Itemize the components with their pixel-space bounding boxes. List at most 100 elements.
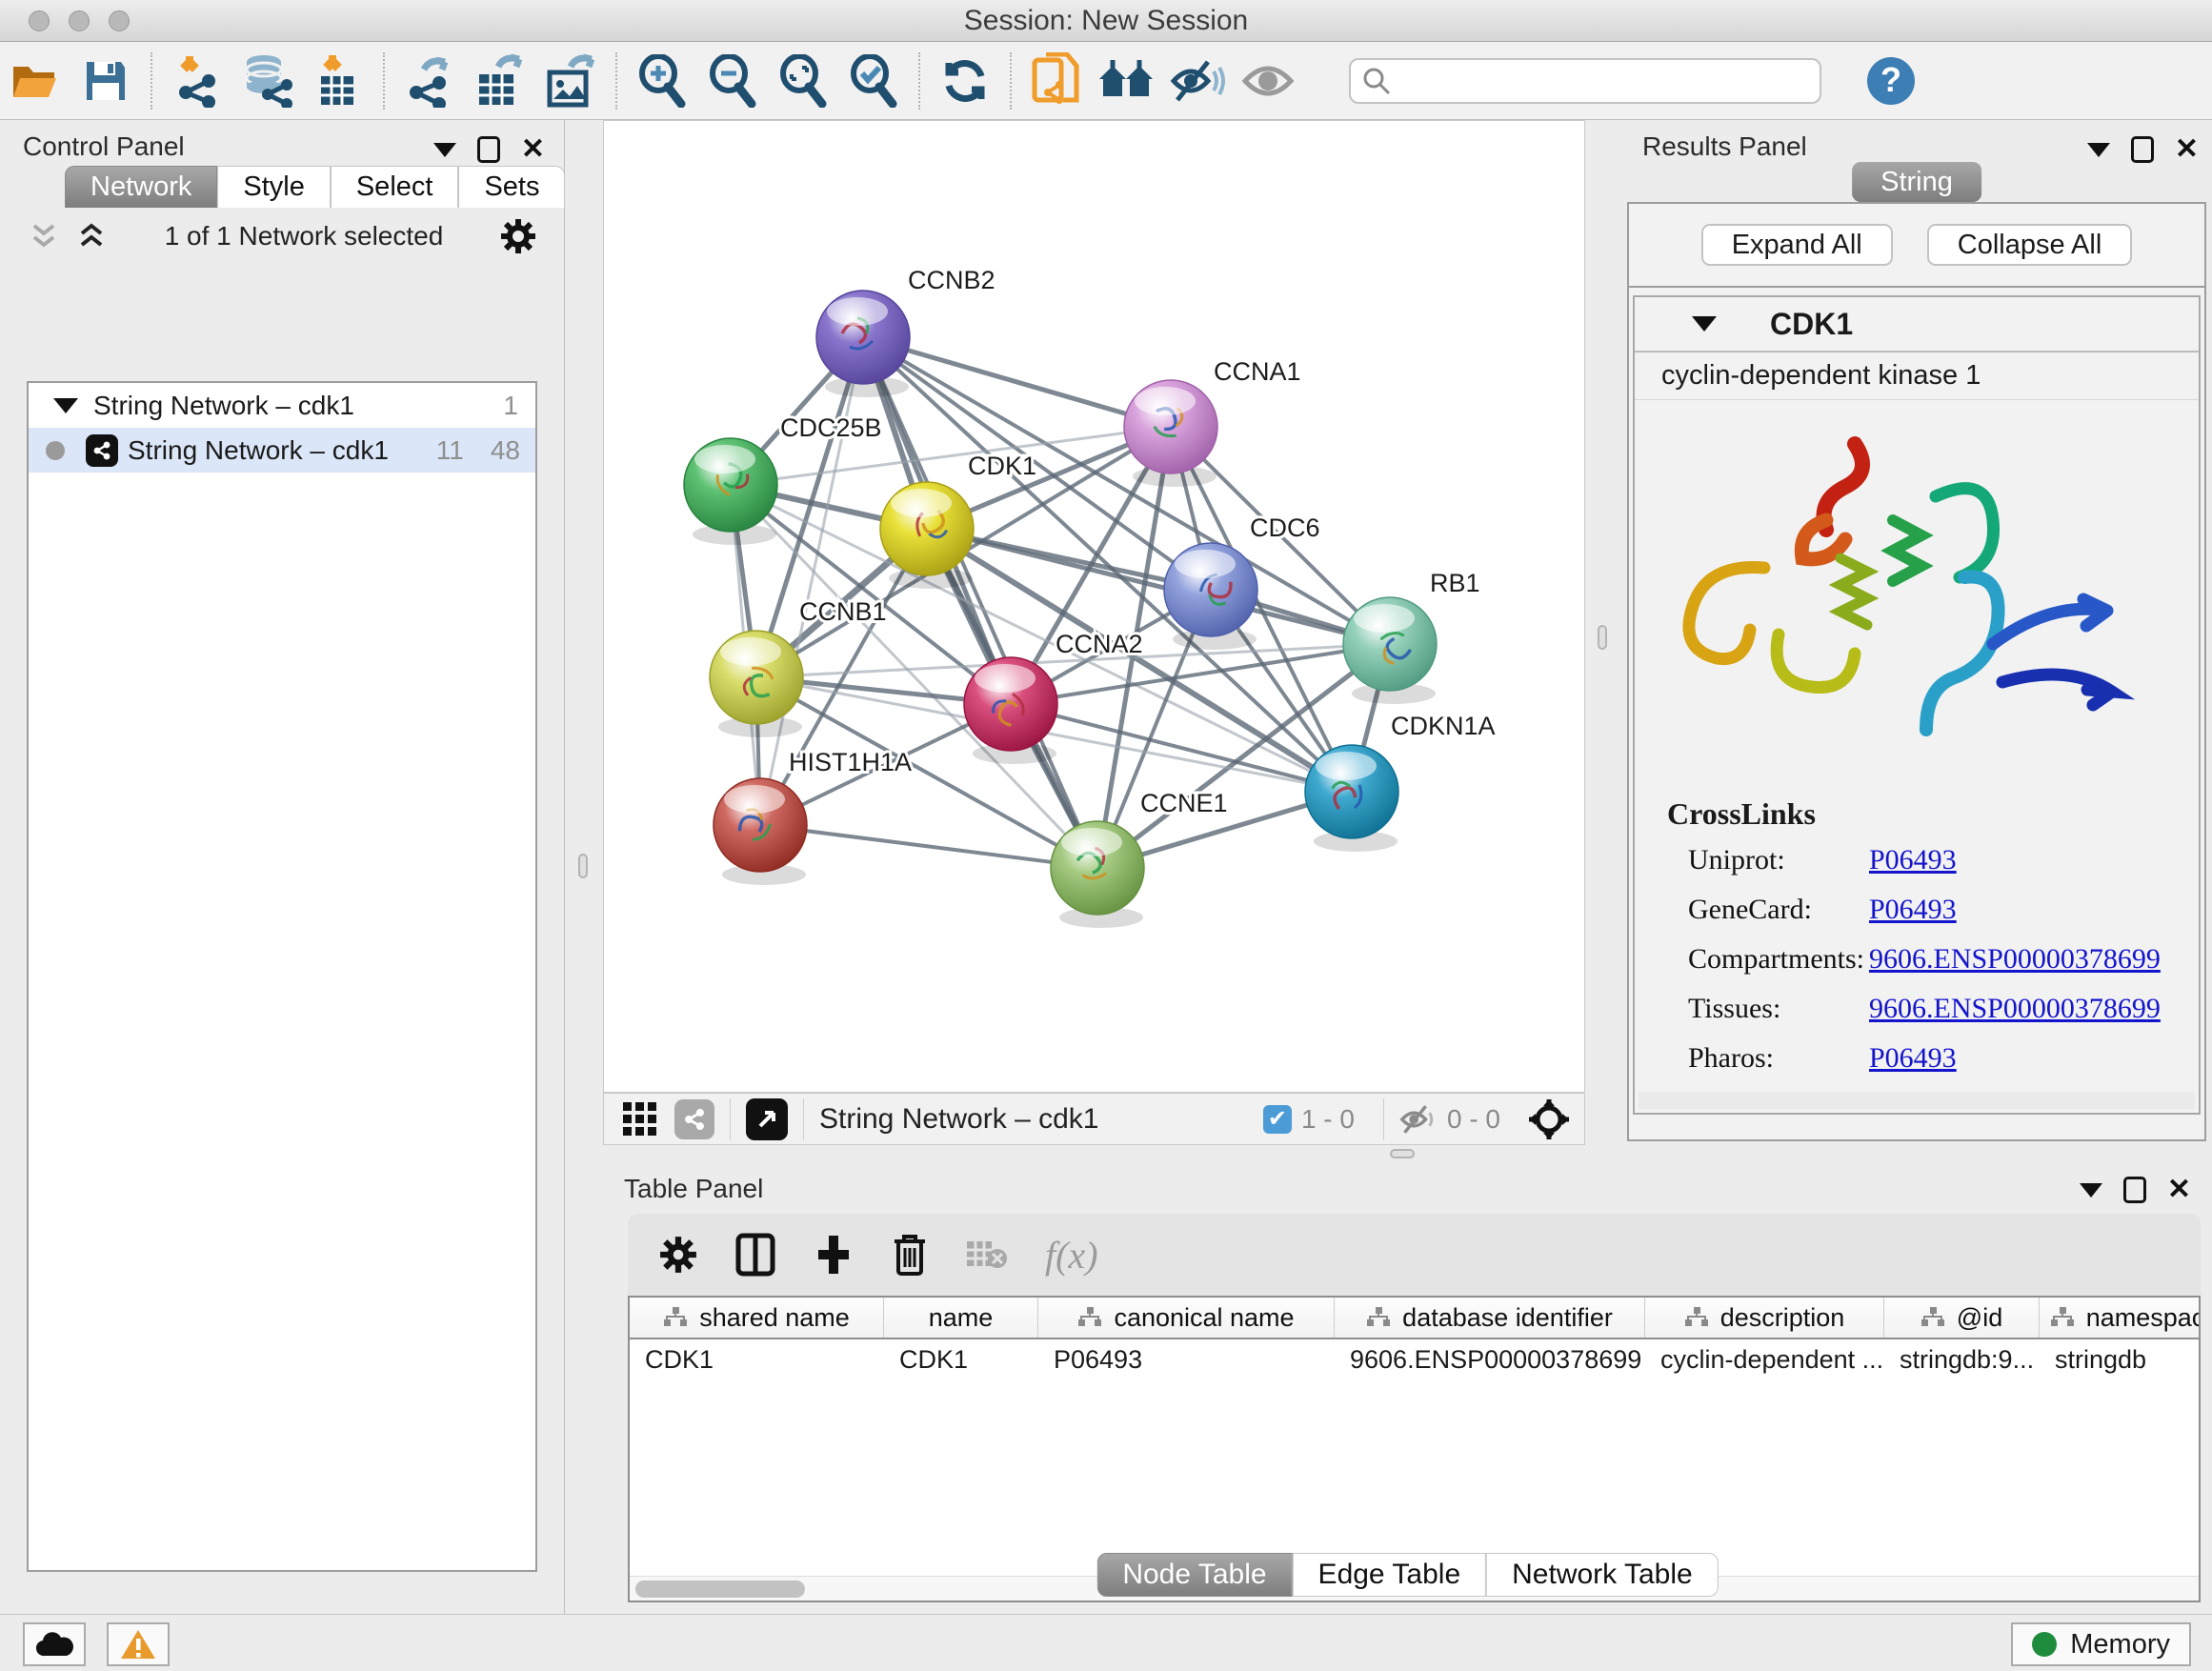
tab-sets[interactable]: Sets [458, 166, 565, 208]
tab-network-table[interactable]: Network Table [1486, 1553, 1719, 1597]
export-table-button[interactable] [465, 50, 535, 112]
table-row[interactable]: CDK1CDK1P064939606.ENSP00000378699cyclin… [630, 1339, 2199, 1381]
selected-checkbox-icon[interactable]: ✔ [1263, 1105, 1292, 1134]
column-header-canonical-name[interactable]: canonical name [1038, 1298, 1335, 1338]
splitter-grip[interactable] [578, 854, 588, 878]
table-cell[interactable]: 9606.ENSP00000378699 [1335, 1339, 1645, 1381]
zoom-out-button[interactable] [697, 50, 768, 112]
results-panel-menu-arrow[interactable] [2087, 143, 2110, 157]
import-network-from-database-button[interactable] [232, 50, 303, 112]
collapse-all-button[interactable]: Collapse All [1927, 224, 2133, 266]
node-CCNB1[interactable]: CCNB1 [710, 597, 887, 737]
expand-all-button[interactable]: Expand All [1701, 224, 1893, 266]
control-panel-close-button[interactable]: ✕ [521, 135, 545, 164]
network-collection-row[interactable]: String Network – cdk1 1 [29, 383, 535, 428]
hidden-eye-slash-icon[interactable] [1399, 1103, 1438, 1136]
crosslink-link[interactable]: P06493 [1869, 894, 1957, 926]
delete-table-icon[interactable] [965, 1238, 1009, 1272]
cloud-status-button[interactable] [23, 1622, 86, 1666]
results-panel-close-button[interactable]: ✕ [2175, 135, 2199, 164]
control-panel-menu-arrow[interactable] [433, 143, 456, 157]
gear-icon[interactable] [499, 217, 537, 255]
select-columns-icon[interactable] [734, 1232, 776, 1278]
tab-network[interactable]: Network [65, 166, 217, 208]
column-header-description[interactable]: description [1645, 1298, 1884, 1338]
results-panel-float-button[interactable] [2131, 136, 2154, 163]
collapse-all-chevrons-icon[interactable] [27, 220, 61, 252]
tab-edge-table[interactable]: Edge Table [1293, 1553, 1487, 1597]
tab-select[interactable]: Select [331, 166, 459, 208]
grid-view-icon[interactable] [619, 1098, 661, 1140]
tab-node-table[interactable]: Node Table [1096, 1553, 1292, 1597]
table-gear-icon[interactable] [658, 1235, 698, 1275]
table-cell[interactable]: CDK1 [884, 1339, 1038, 1381]
export-image-button[interactable] [535, 50, 606, 112]
open-session-button[interactable] [0, 50, 70, 112]
warnings-button[interactable] [107, 1622, 170, 1666]
delete-column-icon[interactable] [891, 1232, 929, 1278]
splitter-grip[interactable] [1598, 625, 1607, 650]
zoom-fit-button[interactable] [768, 50, 838, 112]
tab-string[interactable]: String [1852, 162, 1981, 202]
table-panel-close-button[interactable]: ✕ [2167, 1176, 2191, 1204]
crosslink-link[interactable]: 9606.ENSP00000378699 [1869, 993, 2161, 1025]
help-button[interactable]: ? [1856, 50, 1926, 112]
column-header--id[interactable]: @id [1884, 1298, 2040, 1338]
copy-network-button[interactable] [1021, 50, 1092, 112]
hide-results-button[interactable] [1162, 50, 1233, 112]
network-graph[interactable]: CCNB2 CCNA1 CDC25B CDK1 [604, 121, 1584, 1092]
search-input[interactable] [1391, 66, 1791, 95]
table-cell[interactable]: stringdb:9... [1884, 1339, 2040, 1381]
vertical-splitter-right[interactable] [1585, 120, 1621, 1151]
table-cell[interactable]: P06493 [1038, 1339, 1335, 1381]
table-cell[interactable]: stringdb [2040, 1339, 2201, 1381]
vertical-splitter-left[interactable] [565, 120, 603, 1151]
zoom-in-button[interactable] [627, 50, 697, 112]
table-cell[interactable]: cyclin-dependent ... [1645, 1339, 1884, 1381]
show-results-button[interactable] [1233, 50, 1303, 112]
tab-style[interactable]: Style [217, 166, 330, 208]
zoom-selected-button[interactable] [838, 50, 909, 112]
column-header-namespace[interactable]: namespace [2040, 1298, 2201, 1338]
edge-HIST1H1A-CCNE1[interactable] [760, 825, 1097, 868]
crosslink-link[interactable]: P06493 [1869, 844, 1957, 876]
column-header-database-identifier[interactable]: database identifier [1335, 1298, 1645, 1338]
table-panel-menu-arrow[interactable] [2080, 1183, 2102, 1198]
column-header-name[interactable]: name [884, 1298, 1038, 1338]
import-table-button[interactable] [303, 50, 373, 112]
network-share-badge-icon[interactable] [674, 1099, 714, 1139]
gene-expand-arrow[interactable] [1692, 316, 1717, 332]
window-close-dot[interactable] [29, 10, 50, 31]
string-home-button[interactable] [1092, 50, 1162, 112]
export-network-button[interactable] [394, 50, 465, 112]
function-builder-icon[interactable]: f(x) [1045, 1233, 1098, 1278]
node-RB1[interactable]: RB1 [1343, 569, 1480, 704]
window-zoom-dot[interactable] [109, 10, 130, 31]
node-CDKN1A[interactable]: CDKN1A [1305, 712, 1496, 852]
edge-CCNB2-CCNE1[interactable] [863, 337, 1097, 868]
refresh-button[interactable] [930, 50, 1000, 112]
memory-button[interactable]: Memory [2011, 1622, 2191, 1666]
results-scrollbar[interactable] [1639, 1092, 2195, 1109]
network-row[interactable]: String Network – cdk1 11 48 [29, 428, 535, 473]
window-minimize-dot[interactable] [69, 10, 90, 31]
collection-expand-arrow[interactable] [53, 398, 78, 413]
node-CDC6[interactable]: CDC6 [1164, 513, 1320, 650]
node-HIST1H1A[interactable]: HIST1H1A [714, 748, 912, 885]
table-panel-float-button[interactable] [2123, 1177, 2146, 1203]
gene-section-header[interactable]: CDK1 [1635, 297, 2199, 352]
table-cell[interactable]: CDK1 [630, 1339, 884, 1381]
scrollbar-thumb[interactable] [635, 1580, 805, 1598]
save-session-button[interactable] [70, 50, 141, 112]
column-header-shared-name[interactable]: shared name [630, 1298, 884, 1338]
network-canvas[interactable]: CCNB2 CCNA1 CDC25B CDK1 [603, 120, 1585, 1093]
crosshair-icon[interactable] [1527, 1097, 1571, 1141]
birds-eye-view-icon[interactable] [746, 1098, 788, 1140]
import-network-button[interactable] [162, 50, 232, 112]
control-panel-float-button[interactable] [477, 136, 500, 163]
crosslink-link[interactable]: P06493 [1869, 1042, 1957, 1075]
node-CCNE1[interactable]: CCNE1 [1051, 789, 1228, 928]
splitter-grip[interactable] [1390, 1149, 1415, 1158]
crosslink-link[interactable]: 9606.ENSP00000378699 [1869, 943, 2161, 976]
expand-all-chevrons-icon[interactable] [74, 220, 109, 252]
